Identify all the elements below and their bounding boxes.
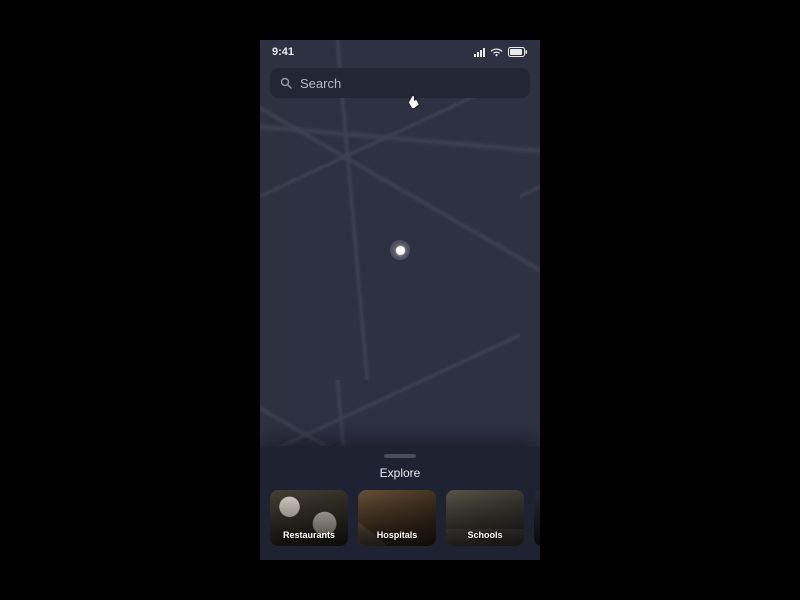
- search-bar[interactable]: [270, 68, 530, 98]
- status-time: 9:41: [272, 46, 294, 58]
- category-card-schools[interactable]: Schools: [446, 490, 524, 546]
- search-bar-container: [260, 64, 540, 98]
- status-bar: 9:41: [260, 40, 540, 64]
- cellular-signal-icon: [474, 48, 485, 57]
- category-label: Restaurants: [283, 530, 335, 540]
- search-icon: [280, 77, 292, 89]
- explore-bottom-sheet[interactable]: Explore Restaurants Hospitals Schools P: [260, 446, 540, 560]
- current-location-marker[interactable]: [390, 240, 410, 260]
- category-label: Schools: [467, 530, 502, 540]
- category-label: Hospitals: [377, 530, 418, 540]
- category-card-restaurants[interactable]: Restaurants: [270, 490, 348, 546]
- category-list[interactable]: Restaurants Hospitals Schools P: [260, 490, 540, 546]
- status-indicators: [474, 47, 528, 57]
- category-card-hospitals[interactable]: Hospitals: [358, 490, 436, 546]
- phone-screen: 9:41 Explore Restauran: [260, 40, 540, 560]
- sheet-grabber[interactable]: [384, 454, 416, 458]
- sheet-title: Explore: [260, 466, 540, 480]
- pointer-cursor-icon: [408, 96, 420, 110]
- wifi-icon: [490, 47, 503, 57]
- battery-icon: [508, 47, 528, 57]
- category-card-partial[interactable]: P: [534, 490, 540, 546]
- search-input[interactable]: [300, 76, 520, 91]
